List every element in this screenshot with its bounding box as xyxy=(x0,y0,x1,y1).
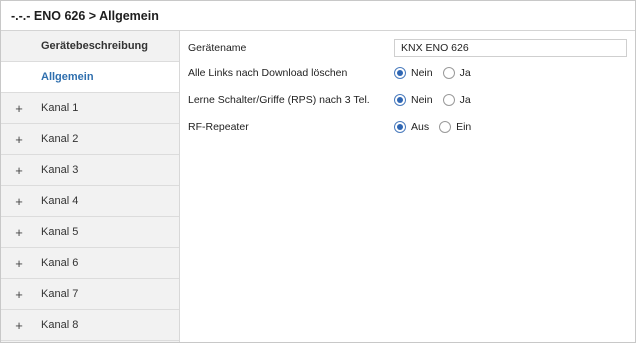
param-control xyxy=(394,38,627,58)
radio-checked-icon[interactable] xyxy=(394,121,406,133)
sidebar-item-allgemein[interactable]: Allgemein xyxy=(1,62,179,93)
learn-switch-option-nein[interactable]: Nein xyxy=(394,90,433,110)
radio-unchecked-icon[interactable] xyxy=(442,67,455,79)
radio-label: Ja xyxy=(459,67,471,79)
sidebar-item-kanal-2[interactable]: + Kanal 2 xyxy=(1,124,179,155)
radio-unchecked-icon[interactable] xyxy=(439,121,452,133)
sidebar-item-label: Gerätebeschreibung xyxy=(41,40,148,52)
delete-links-option-nein[interactable]: Nein xyxy=(394,63,433,83)
radio-label: Nein xyxy=(411,94,433,106)
sidebar-item-kanal-3[interactable]: + Kanal 3 xyxy=(1,155,179,186)
device-name-input[interactable] xyxy=(394,39,627,57)
param-label: Alle Links nach Download löschen xyxy=(188,67,348,79)
rf-repeater-option-ein[interactable]: Ein xyxy=(439,117,471,137)
sidebar-item-kanal-1[interactable]: + Kanal 1 xyxy=(1,93,179,124)
param-row-learn-switch: Lerne Schalter/Griffe (RPS) nach 3 Tel. … xyxy=(188,90,627,110)
expand-plus-icon[interactable]: + xyxy=(13,124,25,155)
expand-plus-icon[interactable]: + xyxy=(13,186,25,217)
parameter-panel: Gerätename Alle Links nach Download lösc… xyxy=(180,31,635,342)
sidebar-item-label: Kanal 5 xyxy=(41,226,79,238)
param-row-delete-links: Alle Links nach Download löschen Nein Ja xyxy=(188,63,627,83)
parameter-window: -.-.- ENO 626 > Allgemein Gerätebeschrei… xyxy=(0,0,636,343)
param-label: Lerne Schalter/Griffe (RPS) nach 3 Tel. xyxy=(188,94,370,106)
sidebar-nav: Gerätebeschreibung Allgemein + Kanal 1 +… xyxy=(1,31,180,342)
expand-plus-icon[interactable]: + xyxy=(13,217,25,248)
sidebar-item-label: Allgemein xyxy=(41,71,94,83)
window-title: -.-.- ENO 626 > Allgemein xyxy=(1,1,635,31)
sidebar-item-label: Kanal 8 xyxy=(41,319,79,331)
param-label: RF-Repeater xyxy=(188,121,249,133)
learn-switch-radio-group: Nein Ja xyxy=(394,90,627,110)
sidebar-item-geraetebeschreibung[interactable]: Gerätebeschreibung xyxy=(1,31,179,62)
rf-repeater-option-aus[interactable]: Aus xyxy=(394,117,429,137)
param-row-device-name: Gerätename xyxy=(188,38,627,58)
sidebar-item-kanal-8[interactable]: + Kanal 8 xyxy=(1,310,179,341)
radio-label: Ja xyxy=(459,94,471,106)
sidebar-item-kanal-4[interactable]: + Kanal 4 xyxy=(1,186,179,217)
delete-links-option-ja[interactable]: Ja xyxy=(442,63,471,83)
radio-label: Nein xyxy=(411,67,433,79)
sidebar-item-label: Kanal 3 xyxy=(41,164,79,176)
sidebar-item-kanal-7[interactable]: + Kanal 7 xyxy=(1,279,179,310)
expand-plus-icon[interactable]: + xyxy=(13,155,25,186)
radio-label: Ein xyxy=(456,121,472,133)
param-row-rf-repeater: RF-Repeater Aus Ein xyxy=(188,117,627,137)
sidebar-item-label: Kanal 4 xyxy=(41,195,79,207)
sidebar-item-label: Kanal 2 xyxy=(41,133,79,145)
radio-checked-icon[interactable] xyxy=(394,67,406,79)
radio-label: Aus xyxy=(411,121,430,133)
learn-switch-option-ja[interactable]: Ja xyxy=(442,90,471,110)
sidebar-item-label: Kanal 7 xyxy=(41,288,79,300)
radio-checked-icon[interactable] xyxy=(394,94,406,106)
expand-plus-icon[interactable]: + xyxy=(13,93,25,124)
param-label: Gerätename xyxy=(188,42,247,54)
rf-repeater-radio-group: Aus Ein xyxy=(394,117,627,137)
sidebar-item-kanal-5[interactable]: + Kanal 5 xyxy=(1,217,179,248)
sidebar-item-kanal-6[interactable]: + Kanal 6 xyxy=(1,248,179,279)
radio-unchecked-icon[interactable] xyxy=(442,94,455,106)
delete-links-radio-group: Nein Ja xyxy=(394,63,627,83)
expand-plus-icon[interactable]: + xyxy=(13,310,25,341)
expand-plus-icon[interactable]: + xyxy=(13,248,25,279)
expand-plus-icon[interactable]: + xyxy=(13,279,25,310)
sidebar-item-label: Kanal 1 xyxy=(41,102,79,114)
sidebar-item-label: Kanal 6 xyxy=(41,257,79,269)
